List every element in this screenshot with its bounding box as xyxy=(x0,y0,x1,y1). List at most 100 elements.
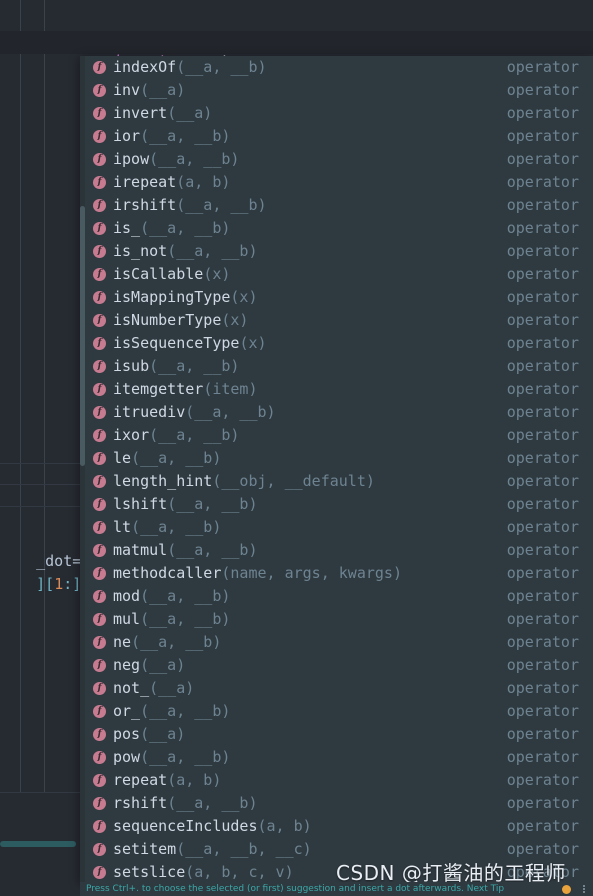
completion-item-name: pos xyxy=(113,725,141,743)
completion-item-args: (__a, __b) xyxy=(167,541,258,559)
completion-item[interactable]: f mod (__a, __b) operator xyxy=(85,585,593,608)
code-completion-popup[interactable]: f indexOf (__a, __b) operator f inv (__a) opera… xyxy=(80,56,593,882)
completion-item-module: operator xyxy=(506,748,579,766)
completion-item[interactable]: f pos (__a) operator xyxy=(85,723,593,746)
function-icon: f xyxy=(93,107,106,120)
completion-item[interactable]: f methodcaller (name, args, kwargs) operato… xyxy=(85,562,593,585)
completion-item[interactable]: f itruediv (__a, __b) operator xyxy=(85,401,593,424)
completion-item-name: inv xyxy=(113,81,141,99)
completion-item[interactable]: f ne (__a, __b) operator xyxy=(85,631,593,654)
completion-item-name: mod xyxy=(113,587,141,605)
completion-item[interactable]: f ixor (__a, __b) operator xyxy=(85,424,593,447)
completion-item-args: (x) xyxy=(221,311,249,329)
completion-item[interactable]: f invert (__a) operator xyxy=(85,102,593,125)
lightbulb-icon[interactable] xyxy=(562,884,571,894)
completion-item-name: or_ xyxy=(113,702,141,720)
kebab-menu-icon[interactable] xyxy=(579,885,589,893)
completion-item[interactable]: f is_ (__a, __b) operator xyxy=(85,217,593,240)
completion-item-args: (item) xyxy=(203,380,258,398)
completion-item-name: pow xyxy=(113,748,141,766)
function-icon: f xyxy=(93,84,106,97)
completion-item-args: (__obj, __default) xyxy=(212,472,375,490)
completion-item-args: (__a, __b) xyxy=(167,794,258,812)
completion-item[interactable]: f or_ (__a, __b) operator xyxy=(85,700,593,723)
completion-item[interactable]: f not_ (__a) operator xyxy=(85,677,593,700)
completion-item[interactable]: f sequenceIncludes (a, b) operator xyxy=(85,815,593,838)
completion-item-name: indexOf xyxy=(113,58,177,76)
completion-item[interactable]: f isCallable (x) operator xyxy=(85,263,593,286)
completion-list[interactable]: f indexOf (__a, __b) operator f inv (__a) opera… xyxy=(85,56,593,882)
completion-item[interactable]: f lt (__a, __b) operator xyxy=(85,516,593,539)
horizontal-scrollbar[interactable] xyxy=(0,841,76,847)
completion-item-module: operator xyxy=(506,403,579,421)
function-icon: f xyxy=(93,590,106,603)
function-icon: f xyxy=(93,613,106,626)
completion-item-name: lt xyxy=(113,518,132,536)
completion-item-name: irshift xyxy=(113,196,177,214)
completion-item-args: (__a, __b) xyxy=(149,357,240,375)
completion-item[interactable]: f rshift (__a, __b) operator xyxy=(85,792,593,815)
completion-item[interactable]: f pow (__a, __b) operator xyxy=(85,746,593,769)
completion-item[interactable]: f mul (__a, __b) operator xyxy=(85,608,593,631)
function-icon: f xyxy=(93,337,106,350)
completion-item-module: operator xyxy=(506,518,579,536)
completion-item[interactable]: f is_not (__a, __b) operator xyxy=(85,240,593,263)
code-line-1[interactable]: import operator xyxy=(0,4,593,70)
function-icon: f xyxy=(93,314,106,327)
completion-item-name: lshift xyxy=(113,495,168,513)
completion-item[interactable]: f neg (__a) operator xyxy=(85,654,593,677)
completion-item-args: (x) xyxy=(230,288,258,306)
function-icon: f xyxy=(93,636,106,649)
completion-item-args: (__a, __b) xyxy=(140,587,231,605)
function-icon: f xyxy=(93,866,106,879)
completion-item[interactable]: f le (__a, __b) operator xyxy=(85,447,593,470)
tip-message: Press Ctrl+. to choose the selected (or … xyxy=(86,884,464,894)
completion-item[interactable]: f matmul (__a, __b) operator xyxy=(85,539,593,562)
completion-item-module: operator xyxy=(506,725,579,743)
completion-item-module: operator xyxy=(506,242,579,260)
completion-item[interactable]: f isub (__a, __b) operator xyxy=(85,355,593,378)
completion-item-module: operator xyxy=(506,311,579,329)
completion-item[interactable]: f ior (__a, __b) operator xyxy=(85,125,593,148)
completion-item-module: operator xyxy=(506,380,579,398)
completion-item[interactable]: f irepeat (a, b) operator xyxy=(85,171,593,194)
completion-item-args: (a, b) xyxy=(257,817,312,835)
code-line-2[interactable]: operator. xyxy=(0,31,593,97)
completion-item-module: operator xyxy=(506,58,579,76)
completion-item[interactable]: f itemgetter (item) operator xyxy=(85,378,593,401)
completion-item[interactable]: f irshift (__a, __b) operator xyxy=(85,194,593,217)
completion-item-args: (__a, __b) xyxy=(140,702,231,720)
completion-item[interactable]: f lshift (__a, __b) operator xyxy=(85,493,593,516)
completion-item-name: sequenceIncludes xyxy=(113,817,258,835)
completion-item[interactable]: f repeat (a, b) operator xyxy=(85,769,593,792)
completion-item[interactable]: f inv (__a) operator xyxy=(85,79,593,102)
completion-item-module: operator xyxy=(506,817,579,835)
function-icon: f xyxy=(93,452,106,465)
completion-item-args: (__a) xyxy=(167,104,213,122)
completion-item-module: operator xyxy=(506,771,579,789)
completion-item-name: repeat xyxy=(113,771,168,789)
function-icon: f xyxy=(93,567,106,580)
completion-item-name: isMappingType xyxy=(113,288,231,306)
completion-item-name: methodcaller xyxy=(113,564,222,582)
function-icon: f xyxy=(93,820,106,833)
completion-item[interactable]: f isSequenceType (x) operator xyxy=(85,332,593,355)
completion-item[interactable]: f isNumberType (x) operator xyxy=(85,309,593,332)
completion-item-name: isCallable xyxy=(113,265,204,283)
completion-item-name: le xyxy=(113,449,132,467)
next-tip-link[interactable]: Next Tip xyxy=(467,884,504,894)
completion-item-name: isSequenceType xyxy=(113,334,240,352)
completion-item[interactable]: f isMappingType (x) operator xyxy=(85,286,593,309)
completion-item[interactable]: f ipow (__a, __b) operator xyxy=(85,148,593,171)
function-icon: f xyxy=(93,406,106,419)
completion-item-module: operator xyxy=(506,426,579,444)
completion-item[interactable]: f length_hint (__obj, __default) operator xyxy=(85,470,593,493)
completion-item-module: operator xyxy=(506,127,579,145)
completion-item-args: (__a, __b) xyxy=(167,242,258,260)
function-icon: f xyxy=(93,153,106,166)
completion-item[interactable]: f indexOf (__a, __b) operator xyxy=(85,56,593,79)
completion-item-module: operator xyxy=(506,196,579,214)
completion-item-module: operator xyxy=(506,449,579,467)
completion-item-args: (__a) xyxy=(140,81,186,99)
panel-separator xyxy=(0,463,80,464)
